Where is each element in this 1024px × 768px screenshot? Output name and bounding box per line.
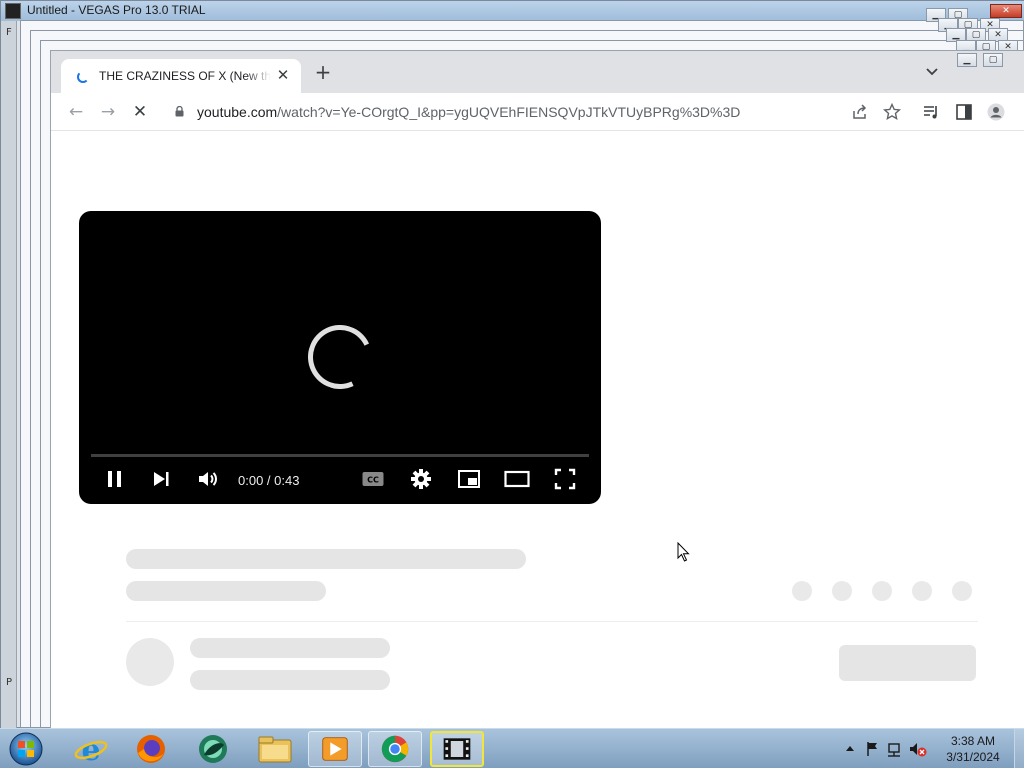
- video-player[interactable]: 0:00 / 0:43 CC: [79, 211, 601, 504]
- chrome-minimize-button[interactable]: ▁: [957, 53, 977, 67]
- fullscreen-icon[interactable]: [553, 467, 577, 491]
- tab-loading-icon: [77, 71, 89, 83]
- browser-toolbar: ← → ✕ youtube.com/watch?v=Ye-COrgtQ_I&pp…: [51, 93, 1024, 131]
- system-tray: [846, 742, 927, 757]
- volume-muted-icon: [910, 743, 927, 757]
- close-button[interactable]: ✕: [990, 4, 1022, 18]
- skeleton-action: [872, 581, 892, 601]
- skeleton-avatar: [126, 638, 174, 686]
- settings-gear-icon[interactable]: [409, 467, 433, 491]
- skeleton-title: [126, 549, 526, 569]
- tab-youtube[interactable]: THE CRAZINESS OF X (New things added ✕: [61, 59, 301, 93]
- mouse-cursor-icon: [677, 542, 690, 562]
- taskbar: e 3:38 AM 3/31/2024: [0, 728, 1024, 768]
- skeleton-channel-name: [190, 638, 390, 658]
- chrome-maximize-button[interactable]: ▢: [983, 53, 1003, 67]
- media-player-icon[interactable]: [308, 731, 362, 767]
- tray-expand-icon: [846, 746, 854, 751]
- internet-explorer-icon[interactable]: e: [64, 731, 118, 767]
- clock-date: 3/31/2024: [946, 750, 1000, 764]
- network-icon: [888, 743, 900, 757]
- back-button[interactable]: ←: [67, 103, 85, 121]
- vegas-side-letter: P: [6, 677, 13, 688]
- new-tab-button[interactable]: +: [313, 62, 333, 83]
- video-progress-bar[interactable]: [91, 454, 589, 457]
- start-button-icon[interactable]: [6, 731, 46, 767]
- address-bar[interactable]: youtube.com/watch?v=Ye-COrgtQ_I&pp=ygUQV…: [161, 98, 877, 126]
- stop-reload-button[interactable]: ✕: [131, 103, 149, 121]
- file-explorer-icon[interactable]: [248, 731, 302, 767]
- vegas-title: Untitled - VEGAS Pro 13.0 TRIAL: [27, 3, 206, 17]
- skeleton-action: [792, 581, 812, 601]
- share-icon[interactable]: [851, 103, 869, 121]
- action-center-flag-icon: [867, 742, 877, 756]
- vpn-client-icon[interactable]: [186, 731, 240, 767]
- chrome-icon[interactable]: [368, 731, 422, 767]
- youtube-page: 0:00 / 0:43 CC: [51, 131, 1024, 728]
- skeleton-subtitle: [126, 581, 326, 601]
- vegas-pro-icon[interactable]: [430, 731, 484, 767]
- tab-search-chevron-icon[interactable]: [925, 65, 939, 79]
- skeleton-action: [912, 581, 932, 601]
- firefox-icon[interactable]: [124, 731, 178, 767]
- vegas-titlebar[interactable]: Untitled - VEGAS Pro 13.0 TRIAL: [1, 1, 1024, 21]
- tab-strip: THE CRAZINESS OF X (New things added ✕ +…: [51, 51, 1024, 93]
- media-queue-icon[interactable]: [923, 103, 941, 121]
- tab-close-icon[interactable]: ✕: [275, 67, 291, 83]
- subtitles-cc-icon[interactable]: CC: [361, 467, 385, 491]
- next-video-icon[interactable]: [149, 467, 173, 491]
- skeleton-action: [832, 581, 852, 601]
- url-path: /watch?v=Ye-COrgtQ_I&pp=ygUQVEhFIENSQVpJ…: [277, 104, 741, 120]
- chrome-window: THE CRAZINESS OF X (New things added ✕ +…: [50, 50, 1024, 728]
- vegas-logo-icon: [5, 3, 21, 19]
- system-clock[interactable]: 3:38 AM 3/31/2024: [934, 733, 1012, 765]
- vegas-side-letter: F: [6, 27, 12, 38]
- volume-icon[interactable]: [196, 467, 220, 491]
- lock-icon[interactable]: [175, 106, 184, 117]
- skeleton-divider: [126, 621, 978, 622]
- theater-mode-icon[interactable]: [504, 467, 530, 491]
- forward-button[interactable]: →: [99, 103, 117, 121]
- skeleton-action: [952, 581, 972, 601]
- vegas-sidebar: F P: [1, 21, 17, 729]
- svg-text:e: e: [81, 733, 100, 767]
- svg-text:CC: CC: [367, 476, 379, 485]
- url-text[interactable]: youtube.com/watch?v=Ye-COrgtQ_I&pp=ygUQV…: [197, 104, 740, 120]
- skeleton-subscribe-button: [839, 645, 976, 681]
- tab-title: THE CRAZINESS OF X (New things added: [99, 69, 271, 83]
- pause-icon[interactable]: [103, 467, 127, 491]
- clock-time: 3:38 AM: [950, 734, 996, 748]
- url-host: youtube.com: [197, 104, 278, 120]
- profile-avatar-icon[interactable]: [987, 103, 1005, 121]
- miniplayer-icon[interactable]: [457, 467, 481, 491]
- bookmark-star-icon[interactable]: [883, 103, 901, 121]
- loading-spinner-icon: [298, 315, 382, 399]
- skeleton-channel-subs: [190, 670, 390, 690]
- show-desktop-button[interactable]: [1014, 729, 1024, 768]
- side-panel-icon[interactable]: [955, 103, 973, 121]
- video-time: 0:00 / 0:43: [238, 473, 300, 488]
